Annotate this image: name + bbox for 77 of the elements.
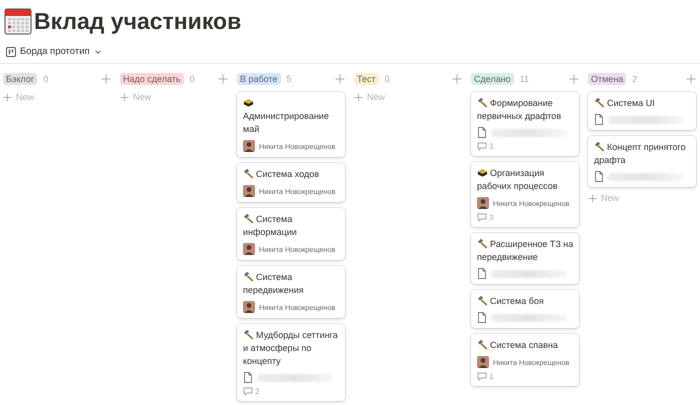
add-icon[interactable] (452, 74, 462, 84)
status-tag: Бэклог (3, 73, 38, 85)
hammer-icon (243, 271, 254, 282)
chevron-icon (94, 48, 102, 56)
avatar-icon (243, 301, 255, 313)
status-tag: Надо сделать (120, 73, 184, 85)
plus-icon[interactable] (3, 92, 12, 102)
card-title: Система передвижения (243, 271, 305, 297)
card-count: 0 (190, 74, 195, 84)
comment-count: 3 (489, 213, 494, 222)
avatar-icon (243, 140, 255, 152)
hammer-icon (243, 213, 254, 224)
plus-icon[interactable] (120, 92, 129, 102)
card-count: 5 (286, 74, 292, 84)
card-count: 0 (384, 74, 390, 84)
plus-icon[interactable] (354, 92, 363, 102)
card-title: Организация рабочих процессов (477, 167, 559, 193)
card-title: Мудборды сеттинга и атмосферы по концепту (243, 329, 339, 368)
document-icon (594, 114, 604, 125)
board-card[interactable]: Система боя (471, 290, 579, 328)
view-selector[interactable]: Борда прототип (4, 46, 104, 57)
page-title: Вклад участников (34, 7, 242, 36)
document-icon (477, 312, 487, 323)
document-icon (477, 268, 487, 279)
box-icon (243, 97, 254, 108)
card-title: Система UI (594, 97, 691, 110)
card-title: Формирование первичных драфтов (477, 97, 562, 123)
card-title: Концепт принятого драфта (594, 141, 687, 167)
card-title: Система ходов (243, 168, 340, 181)
calendar-icon (4, 7, 32, 35)
plus-icon[interactable] (588, 194, 597, 202)
comment-icon (477, 142, 487, 151)
hammer-icon (477, 97, 488, 108)
avatar-icon (243, 243, 255, 255)
board-card[interactable]: Расширенное ТЗ на передвижение (471, 233, 579, 284)
comment-icon (477, 213, 487, 222)
comment-icon (477, 372, 487, 381)
hammer-icon (243, 168, 254, 179)
hammer-icon (594, 141, 605, 152)
card-title: Система спавна (477, 339, 574, 352)
hammer-icon (477, 295, 488, 306)
board-card[interactable]: Концепт принятого драфта (588, 136, 696, 187)
card-count: 2 (632, 74, 638, 84)
hammer-icon (477, 238, 488, 249)
status-tag: Отмена (588, 73, 626, 85)
document-icon (594, 171, 604, 182)
card-title: Система боя (477, 295, 574, 308)
add-icon[interactable] (218, 74, 228, 84)
card-title: Система информации (243, 213, 298, 239)
status-tag: Тест (354, 73, 379, 85)
status-tag: В работе (237, 73, 281, 85)
board-icon (6, 46, 16, 56)
card-title: Расширенное ТЗ на передвижение (477, 238, 574, 264)
board-card[interactable]: Формирование первичных драфтов 3 (471, 92, 579, 156)
add-icon[interactable] (686, 74, 696, 84)
card-title: Администрирование май (243, 97, 340, 136)
board-card[interactable]: Система UI (588, 92, 696, 130)
card-count: 0 (43, 74, 48, 84)
hammer-icon (594, 97, 605, 108)
comment-count: 1 (489, 372, 494, 381)
add-icon[interactable] (101, 74, 111, 84)
add-icon[interactable] (335, 74, 345, 84)
avatar-icon (477, 356, 489, 368)
hammer-icon (477, 339, 488, 350)
hammer-icon (243, 329, 254, 340)
avatar-icon (477, 197, 489, 209)
document-icon (243, 372, 253, 383)
comment-count: 3 (489, 142, 494, 151)
board-card[interactable]: Мудборды сеттинга и атмосферы по концепту 2 (237, 324, 345, 401)
status-tag: Сделано (471, 73, 514, 85)
document-icon (477, 127, 487, 138)
comment-count: 2 (255, 387, 260, 396)
comment-icon (243, 387, 253, 396)
box-icon (477, 167, 488, 178)
add-icon[interactable] (569, 74, 579, 84)
avatar-icon (243, 185, 255, 197)
card-count: 11 (520, 74, 530, 84)
